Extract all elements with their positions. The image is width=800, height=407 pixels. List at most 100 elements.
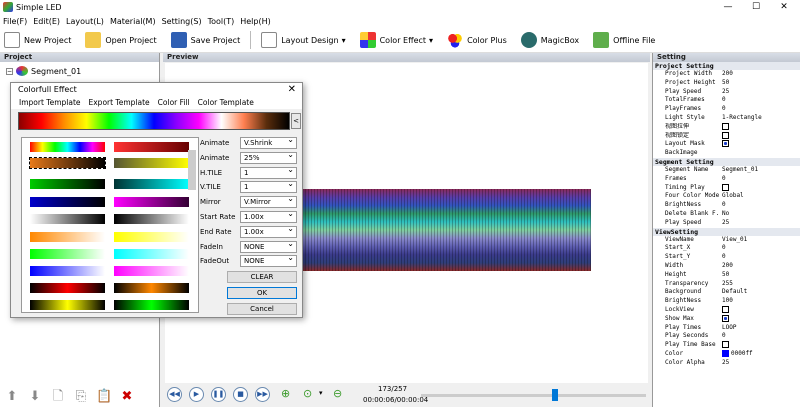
property-row[interactable]: BrightNess 0 — [653, 201, 800, 210]
property-row[interactable]: LockView — [653, 305, 800, 315]
copy-icon[interactable]: ⎘ — [73, 389, 89, 405]
property-value[interactable]: Global — [719, 192, 800, 201]
property-row[interactable]: Background Default — [653, 288, 800, 297]
property-row[interactable]: ViewName View_01 — [653, 236, 800, 245]
property-value[interactable]: Default — [719, 288, 800, 297]
property-row[interactable]: Project Height 50 — [653, 79, 800, 88]
color-spectrum-bar[interactable] — [18, 112, 290, 130]
property-value[interactable]: 25 — [719, 219, 800, 228]
new-item-icon[interactable]: 🗋 — [50, 389, 66, 405]
offline-file-button[interactable]: Offline File — [589, 29, 659, 51]
property-row[interactable]: Project Width 200 — [653, 70, 800, 79]
property-row[interactable]: Color Alpha 25 — [653, 359, 800, 368]
layout-design-button[interactable]: Layout Design ▾ — [257, 29, 349, 51]
property-row[interactable]: Height 50 — [653, 271, 800, 280]
gradient-swatch[interactable] — [30, 300, 105, 310]
gradient-swatch[interactable] — [30, 283, 105, 293]
property-value[interactable] — [719, 140, 800, 149]
gradient-swatch[interactable] — [30, 214, 105, 224]
property-row[interactable]: 视图锁定 — [653, 131, 800, 141]
property-value[interactable]: 0 — [719, 96, 800, 105]
property-value[interactable]: No — [719, 210, 800, 219]
paste-icon[interactable]: 📋 — [96, 389, 112, 405]
zoom-in-icon[interactable]: ⊕ — [281, 387, 290, 400]
gradient-list-scrollbar[interactable] — [188, 150, 196, 190]
gradient-swatch[interactable] — [114, 283, 189, 293]
property-value[interactable] — [719, 305, 800, 315]
menu-file[interactable]: File(F) — [0, 17, 30, 26]
property-checkbox[interactable] — [722, 131, 729, 139]
param-select[interactable]: NONE — [240, 253, 297, 268]
property-value[interactable]: 0 — [719, 253, 800, 262]
menu-setting[interactable]: Setting(S) — [159, 17, 205, 26]
property-value[interactable]: LOOP — [719, 324, 800, 333]
property-value[interactable]: 25 — [719, 88, 800, 97]
property-value[interactable]: 0000ff — [719, 349, 800, 359]
property-value[interactable] — [719, 341, 800, 350]
menu-edit[interactable]: Edit(E) — [30, 17, 63, 26]
setting-group-header[interactable]: Segment Setting — [653, 157, 800, 166]
tree-expand-icon[interactable]: − — [6, 67, 13, 75]
property-value[interactable]: 100 — [719, 297, 800, 306]
property-row[interactable]: Four Color Mode Global — [653, 192, 800, 201]
property-value[interactable]: 200 — [719, 262, 800, 271]
import-template-menu[interactable]: Import Template — [19, 97, 81, 109]
new-project-button[interactable]: New Project — [0, 29, 75, 51]
color-plus-button[interactable]: Color Plus — [443, 29, 511, 51]
chevron-down-icon[interactable]: ▾ — [319, 389, 323, 397]
property-row[interactable]: Layout Mask — [653, 140, 800, 149]
property-value[interactable] — [719, 314, 800, 324]
param-select[interactable]: 1.00x — [240, 209, 297, 223]
menu-tool[interactable]: Tool(T) — [205, 17, 238, 26]
property-row[interactable]: Play Times LOOP — [653, 324, 800, 333]
menu-layout[interactable]: Layout(L) — [63, 17, 107, 26]
property-row[interactable]: BackImage — [653, 149, 800, 158]
property-row[interactable]: Show Max — [653, 314, 800, 324]
menu-help[interactable]: Help(H) — [237, 17, 274, 26]
property-row[interactable]: 视图拉伸 — [653, 122, 800, 132]
property-row[interactable]: Timing Play — [653, 183, 800, 193]
property-row[interactable]: Play Speed 25 — [653, 88, 800, 97]
timeline-thumb[interactable] — [551, 389, 558, 401]
spectrum-toggle-button[interactable]: < — [291, 113, 301, 129]
param-select[interactable]: NONE — [240, 239, 297, 253]
property-row[interactable]: BrightNess 100 — [653, 297, 800, 306]
property-value[interactable]: 200 — [719, 70, 800, 79]
property-value[interactable] — [719, 183, 800, 193]
gradient-template-list[interactable] — [21, 137, 199, 313]
property-checkbox[interactable] — [722, 122, 729, 130]
property-value[interactable]: Segment_01 — [719, 166, 800, 175]
property-row[interactable]: Width 200 — [653, 262, 800, 271]
param-select[interactable]: 25% — [240, 150, 297, 164]
property-row[interactable]: Delete Blank F...No — [653, 210, 800, 219]
property-checkbox[interactable] — [722, 140, 729, 148]
gradient-swatch[interactable] — [114, 142, 189, 152]
property-value[interactable]: 255 — [719, 280, 800, 289]
param-select[interactable]: V.Shrink — [240, 135, 297, 149]
property-value[interactable]: 1-Rectangle — [719, 114, 800, 123]
property-value[interactable]: 0 — [719, 244, 800, 253]
gradient-swatch[interactable] — [114, 232, 189, 242]
gradient-swatch[interactable] — [30, 179, 105, 189]
gradient-swatch[interactable] — [114, 179, 189, 189]
color-template-menu[interactable]: Color Template — [198, 97, 254, 109]
property-value[interactable]: 0 — [719, 105, 800, 114]
property-row[interactable]: Transparency 255 — [653, 280, 800, 289]
zoom-out-icon[interactable]: ⊖ — [333, 387, 342, 400]
gradient-swatch[interactable] — [30, 197, 105, 207]
color-effect-button[interactable]: Color Effect ▾ — [356, 29, 437, 51]
property-checkbox[interactable] — [722, 341, 729, 349]
close-icon[interactable]: ✕ — [288, 83, 296, 97]
previous-button[interactable]: ◀◀ — [167, 387, 182, 402]
property-row[interactable]: Frames 0 — [653, 175, 800, 184]
setting-group-header[interactable]: Project Setting — [653, 62, 800, 70]
clear-button[interactable]: CLEAR — [227, 271, 297, 283]
arrow-down-icon[interactable]: ⬇ — [27, 389, 43, 405]
property-value[interactable]: 50 — [719, 271, 800, 280]
property-checkbox[interactable] — [722, 314, 729, 322]
gradient-swatch[interactable] — [114, 300, 189, 310]
property-value[interactable]: 0 — [719, 175, 800, 184]
play-button[interactable]: ▶ — [189, 387, 204, 402]
maximize-button[interactable]: ☐ — [742, 0, 770, 14]
property-row[interactable]: Start_X 0 — [653, 244, 800, 253]
